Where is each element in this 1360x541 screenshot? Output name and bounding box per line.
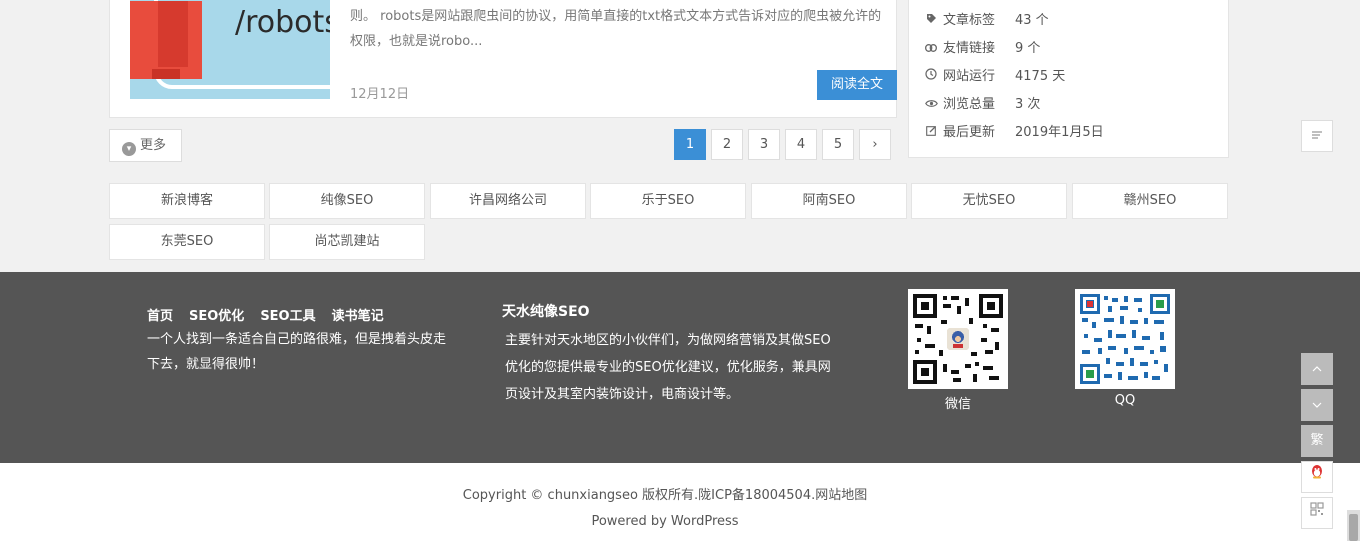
friend-link[interactable]: 新浪博客 [109,183,265,219]
footer-nav-notes[interactable]: 读书笔记 [332,305,384,324]
friend-link[interactable]: 赣州SEO [1072,183,1228,219]
chevron-down-icon [1312,397,1322,412]
traditional-chinese-button[interactable]: 繁 [1301,425,1333,457]
chevron-down-icon: ▾ [122,142,136,156]
page-scrollbar[interactable] [1347,510,1360,541]
link-icon [925,42,937,55]
page-2[interactable]: 2 [711,129,743,160]
qq-qr-code [1075,289,1175,389]
post-card: /robots 则。 robots是网站跟爬虫间的协议，用简单直接的txt格式文… [109,0,897,118]
more-button[interactable]: ▾ 更多 [109,129,182,162]
powered-by-text[interactable]: Powered by WordPress [0,514,1330,529]
page-4[interactable]: 4 [785,129,817,160]
friend-link[interactable]: 无忧SEO [911,183,1067,219]
post-thumbnail[interactable]: /robots [130,0,330,99]
thumb-robot-foot [152,69,180,79]
qrcode-icon [1310,502,1324,520]
edit-icon [925,125,937,139]
friend-link[interactable]: 纯像SEO [269,183,425,219]
wechat-qr-code [908,289,1008,389]
copyright-text[interactable]: Copyright © chunxiangseo 版权所有.陇ICP备18004… [0,484,1330,503]
page-next[interactable]: › [859,129,891,160]
scrollbar-thumb[interactable] [1349,514,1358,541]
thumb-robot-ear [190,13,202,51]
pagination: 1 2 3 4 5 › [674,129,891,160]
footer-nav: 首页 SEO优化 SEO工具 读书笔记 [147,305,384,324]
footer: 首页 SEO优化 SEO工具 读书笔记 一个人找到一条适合自己的路很难，但是拽着… [0,272,1360,463]
scroll-bottom-button[interactable] [1301,389,1333,421]
friend-link[interactable]: 尚芯凯建站 [269,224,425,260]
stat-last-update: 最后更新 2019年1月5日 [925,121,1104,140]
stat-links: 友情链接 9 个 [925,37,1040,56]
page-3[interactable]: 3 [748,129,780,160]
friend-link[interactable]: 阿南SEO [751,183,907,219]
footer-bottom: Copyright © chunxiangseo 版权所有.陇ICP备18004… [0,463,1360,541]
friend-link[interactable]: 乐于SEO [590,183,746,219]
thumb-text: /robots [235,5,330,40]
site-stats-widget: 文章标签 43 个 友情链接 9 个 网站运行 4175 天 浏览总量 3 次 最后更新… [908,0,1229,158]
menu-icon[interactable] [1301,120,1333,152]
footer-nav-home[interactable]: 首页 [147,305,173,324]
footer-nav-seo[interactable]: SEO优化 [189,305,244,324]
page-5[interactable]: 5 [822,129,854,160]
qr-code-button[interactable] [1301,497,1333,529]
friend-link[interactable]: 东莞SEO [109,224,265,260]
tag-icon [925,13,937,27]
clock-icon [925,68,937,83]
footer-about-title: 天水纯像SEO [502,304,590,320]
eye-icon [925,98,938,111]
qq-button[interactable] [1301,461,1333,493]
wechat-qr-label: 微信 [944,397,971,412]
friend-link[interactable]: 许昌网络公司 [430,183,586,219]
page-1[interactable]: 1 [674,129,706,160]
post-date: 12月12日 [350,87,410,102]
stat-runtime: 网站运行 4175 天 [925,65,1065,84]
stat-views: 浏览总量 3 次 [925,93,1040,112]
more-label: 更多 [140,138,167,153]
chevron-up-icon [1312,361,1322,376]
thumb-robot-shadow [158,1,188,67]
footer-nav-tools[interactable]: SEO工具 [260,305,315,324]
qq-icon [1310,465,1324,484]
footer-about-text: 主要针对天水地区的小伙伴们，为做网络营销及其做SEO优化的您提供最专业的SEO优… [505,333,831,402]
read-more-button[interactable]: 阅读全文 [817,70,897,100]
post-excerpt: 则。 robots是网站跟爬虫间的协议，用简单直接的txt格式文本方式告诉对应的… [350,9,882,49]
footer-slogan: 一个人找到一条适合自己的路很难，但是拽着头皮走下去，就显得很帅！ [147,332,447,372]
qq-qr-label: QQ [1114,393,1136,408]
scroll-top-button[interactable] [1301,353,1333,385]
stat-tags: 文章标签 43 个 [925,9,1049,28]
